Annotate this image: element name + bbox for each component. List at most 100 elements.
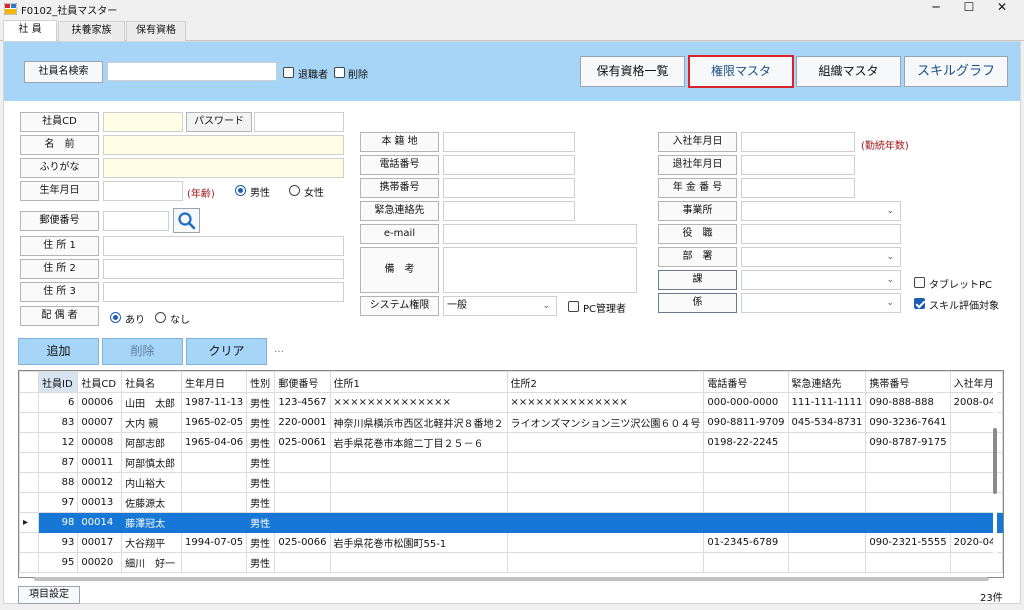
table-cell[interactable]: 00017	[77, 532, 123, 553]
organization-master-button[interactable]: 組織マスタ	[796, 56, 901, 87]
table-cell[interactable]	[329, 512, 508, 533]
column-header[interactable]: 社員ID	[38, 371, 79, 393]
employee-cd-input[interactable]	[103, 112, 183, 132]
table-cell[interactable]	[703, 552, 789, 573]
table-row[interactable]: 93 00017 大谷翔平 1994-07-05 男性 025-0066 岩手県花巻市松園町…	[19, 532, 1003, 553]
row-header[interactable]	[19, 492, 40, 513]
table-cell[interactable]	[703, 512, 789, 533]
spouse-yes-radio[interactable]	[110, 312, 121, 323]
table-cell[interactable]: 00012	[77, 472, 123, 493]
table-cell[interactable]	[329, 492, 508, 513]
table-cell[interactable]: 045-534-8731	[787, 412, 867, 433]
table-cell[interactable]	[274, 552, 331, 573]
table-cell[interactable]	[180, 472, 248, 493]
row-header[interactable]	[19, 412, 40, 433]
row-header[interactable]	[19, 432, 40, 453]
table-cell[interactable]: 090-8811-9709	[703, 412, 789, 433]
column-header[interactable]: 郵便番号	[274, 371, 331, 393]
table-cell[interactable]	[787, 472, 867, 493]
pc-admin-checkbox[interactable]	[568, 301, 579, 312]
maximize-button[interactable]: ☐	[952, 0, 986, 16]
table-cell[interactable]: ライオンズマンション三ツ沢公園６０４号	[506, 412, 705, 433]
table-cell[interactable]: 1965-04-06	[180, 432, 248, 453]
emergency-contact-input[interactable]	[443, 201, 575, 221]
column-header[interactable]: 緊急連絡先	[787, 371, 867, 393]
table-cell[interactable]	[787, 432, 867, 453]
postal-search-button[interactable]	[173, 208, 200, 233]
column-header[interactable]: 携帯番号	[865, 371, 951, 393]
table-cell[interactable]	[180, 512, 248, 533]
table-cell[interactable]	[274, 472, 331, 493]
table-cell[interactable]: 阿部慎太郎	[121, 452, 182, 473]
table-cell[interactable]: 87	[38, 452, 79, 473]
table-row[interactable]: 6 00006 山田 太郎 1987-11-13 男性 123-4567 ×××××××××…	[19, 392, 1003, 413]
furigana-input[interactable]	[103, 158, 344, 178]
spouse-no-radio[interactable]	[155, 312, 166, 323]
table-cell[interactable]: 男性	[246, 452, 276, 473]
table-cell[interactable]	[865, 492, 951, 513]
add-button[interactable]: 追加	[18, 338, 99, 365]
delete-button[interactable]: 削除	[102, 338, 183, 365]
phone-input[interactable]	[443, 155, 575, 175]
table-cell[interactable]	[787, 532, 867, 553]
table-cell[interactable]: 090-2321-5555	[865, 532, 951, 553]
table-cell[interactable]	[865, 452, 951, 473]
employee-search-button[interactable]: 社員名検索	[24, 61, 103, 83]
table-cell[interactable]: 95	[38, 552, 79, 573]
table-cell[interactable]: 00013	[77, 492, 123, 513]
address2-input[interactable]	[103, 259, 344, 279]
table-cell[interactable]	[506, 472, 705, 493]
column-header[interactable]: 住所2	[506, 371, 705, 393]
column-header[interactable]: 生年月日	[180, 371, 248, 393]
notes-textarea[interactable]	[443, 247, 637, 293]
table-cell[interactable]: 025-0066	[274, 532, 331, 553]
table-cell[interactable]: 佐藤源太	[121, 492, 182, 513]
table-cell[interactable]: 阿部志郎	[121, 432, 182, 453]
birth-date-input[interactable]	[103, 181, 183, 201]
row-header[interactable]	[19, 532, 40, 553]
permission-master-button[interactable]: 権限マスタ	[688, 55, 794, 88]
table-cell[interactable]: 01-2345-6789	[703, 532, 789, 553]
table-cell[interactable]: 細川 好一	[121, 552, 182, 573]
table-cell[interactable]: 090-3236-7641	[865, 412, 951, 433]
column-header[interactable]: 性別	[246, 371, 276, 393]
table-cell[interactable]: 93	[38, 532, 79, 553]
table-row[interactable]: 83 00007 大内 親 1965-02-05 男性 220-0001 神奈川県横浜市西区…	[19, 412, 1003, 433]
table-cell[interactable]: 男性	[246, 492, 276, 513]
table-cell[interactable]	[865, 552, 951, 573]
department-select[interactable]: ⌄	[741, 247, 901, 267]
table-cell[interactable]	[180, 552, 248, 573]
scrollbar-thumb[interactable]	[993, 428, 997, 494]
item-settings-button[interactable]: 項目設定	[18, 586, 80, 604]
clear-button[interactable]: クリア	[186, 338, 267, 365]
table-cell[interactable]: 山田 太郎	[121, 392, 182, 413]
table-cell[interactable]	[180, 452, 248, 473]
table-cell[interactable]: 00014	[77, 512, 123, 533]
table-cell[interactable]: 大内 親	[121, 412, 182, 433]
table-cell[interactable]: ××××××××××××××	[329, 392, 508, 413]
row-header[interactable]: ▸	[19, 512, 40, 533]
table-cell[interactable]	[329, 472, 508, 493]
table-row[interactable]: 87 00011 阿部慎太郎 男性	[19, 452, 1003, 473]
table-cell[interactable]: 藤澤冠太	[121, 512, 182, 533]
unit-select[interactable]: ⌄	[741, 293, 901, 313]
domicile-input[interactable]	[443, 132, 575, 152]
table-cell[interactable]: 男性	[246, 512, 276, 533]
table-cell[interactable]: 0198-22-2245	[703, 432, 789, 453]
table-cell[interactable]: 内山裕大	[121, 472, 182, 493]
table-cell[interactable]: 00008	[77, 432, 123, 453]
table-cell[interactable]	[787, 512, 867, 533]
column-header[interactable]: 社員CD	[77, 371, 123, 393]
table-cell[interactable]: 大谷翔平	[121, 532, 182, 553]
table-cell[interactable]: 1987-11-13	[180, 392, 248, 413]
column-header[interactable]: 電話番号	[703, 371, 789, 393]
row-header[interactable]	[19, 472, 40, 493]
table-cell[interactable]: 男性	[246, 552, 276, 573]
table-cell[interactable]	[703, 452, 789, 473]
deleted-checkbox[interactable]	[334, 67, 345, 78]
table-cell[interactable]	[506, 512, 705, 533]
table-row[interactable]: 95 00020 細川 好一 男性	[19, 552, 1003, 573]
table-cell[interactable]	[865, 512, 951, 533]
table-cell[interactable]: 00011	[77, 452, 123, 473]
table-cell[interactable]: 12	[38, 432, 79, 453]
